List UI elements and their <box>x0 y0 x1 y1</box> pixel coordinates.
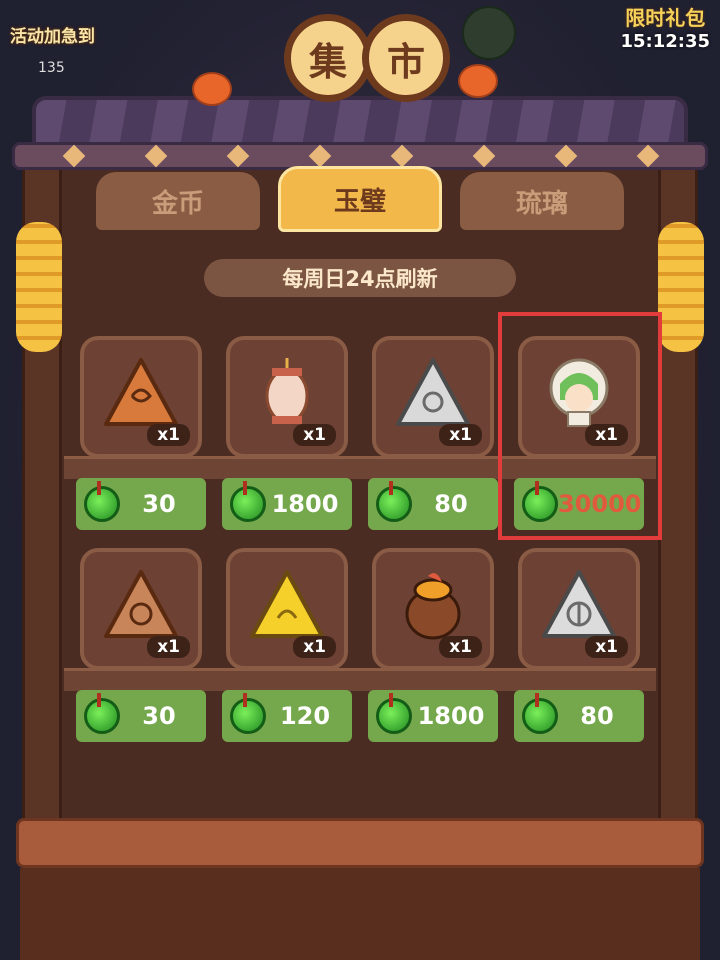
treasure-jar-icon <box>405 573 461 640</box>
lantern-icon <box>265 358 309 424</box>
item-qty: x1 <box>439 636 482 658</box>
price-button[interactable]: 1800 <box>222 478 352 530</box>
price-button[interactable]: 30 <box>76 478 206 530</box>
event-label: 活动加急到 <box>10 27 95 47</box>
jade-coin-icon <box>84 481 120 522</box>
corn-decoration-icon <box>658 222 704 352</box>
item-qty: x1 <box>439 424 482 446</box>
price-value: 120 <box>279 702 331 730</box>
price-value: 30 <box>142 490 176 518</box>
price-value: 1800 <box>417 702 485 730</box>
tab-gold-coin[interactable]: 金币 <box>96 172 260 230</box>
gift-timer: 15:12:35 <box>620 31 710 52</box>
price-button[interactable]: 120 <box>222 690 352 742</box>
price-button[interactable]: 80 <box>514 690 644 742</box>
silver-leaf-token-icon <box>542 570 616 638</box>
persimmon-decoration-icon <box>458 64 498 98</box>
shop-item[interactable]: x1 <box>80 336 202 458</box>
price-value: 1800 <box>271 490 339 518</box>
bronze-triangle-token-icon <box>104 358 178 426</box>
item-qty: x1 <box>293 636 336 658</box>
price-value: 30 <box>142 702 176 730</box>
tab-jade[interactable]: 玉璧 <box>278 166 442 232</box>
event-count: 135 <box>38 60 65 76</box>
stall-base <box>20 868 700 960</box>
event-entry[interactable]: 活动加急到 135 <box>6 4 116 76</box>
title-char-2: 市 <box>386 39 425 84</box>
price-button[interactable]: 30 <box>76 690 206 742</box>
item-qty: x1 <box>293 424 336 446</box>
shop-item[interactable]: x1 <box>80 548 202 670</box>
item-qty: x1 <box>147 636 190 658</box>
price-button[interactable]: 80 <box>368 478 498 530</box>
shop-item[interactable]: x1 <box>226 336 348 458</box>
refresh-notice: 每周日24点刷新 <box>204 259 516 297</box>
title-char-1: 集 <box>308 39 347 84</box>
bronze-flower-token-icon <box>104 570 178 638</box>
shop-item[interactable]: x1 <box>226 548 348 670</box>
persimmon-decoration-icon <box>192 72 232 106</box>
jade-coin-icon <box>376 481 412 522</box>
jade-coin-icon <box>230 693 266 734</box>
item-qty: x1 <box>585 636 628 658</box>
shop-item[interactable]: x1 <box>372 548 494 670</box>
shelf <box>64 668 656 691</box>
corn-decoration-icon <box>16 222 62 352</box>
shop-item[interactable]: x1 <box>372 336 494 458</box>
silver-triangle-token-icon <box>396 358 470 426</box>
price-value: 80 <box>580 702 614 730</box>
jade-coin-icon <box>84 693 120 734</box>
price-button[interactable]: 1800 <box>368 690 498 742</box>
stall-counter <box>16 818 704 868</box>
price-value: 80 <box>434 490 468 518</box>
selection-highlight <box>498 312 662 540</box>
limited-gift-entry[interactable]: 限时礼包 15:12:35 <box>620 2 710 52</box>
top-badge-icon[interactable] <box>462 6 516 60</box>
jade-coin-icon <box>230 481 266 522</box>
shop-item[interactable]: x1 <box>518 548 640 670</box>
jade-coin-icon <box>376 693 412 734</box>
tab-glass[interactable]: 琉璃 <box>460 172 624 230</box>
jade-coin-icon <box>522 693 558 734</box>
stall-roof <box>12 86 708 170</box>
item-qty: x1 <box>147 424 190 446</box>
limited-gift-label: 限时礼包 <box>625 6 706 30</box>
gold-triangle-token-icon <box>250 570 324 638</box>
